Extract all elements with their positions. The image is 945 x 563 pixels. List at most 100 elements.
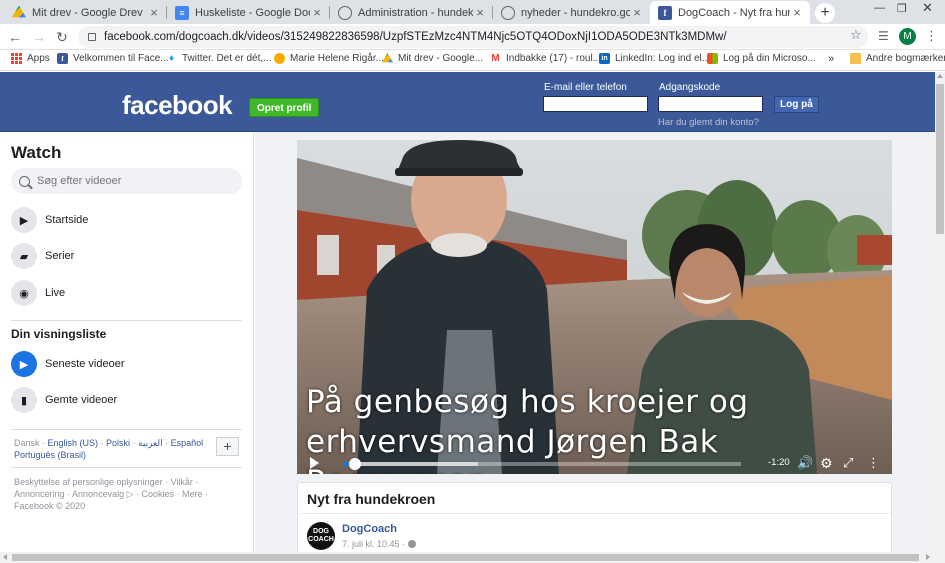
- bookmark-item[interactable]: M Indbakke (17) - roul...: [490, 53, 601, 64]
- scroll-right-arrow[interactable]: [926, 554, 930, 560]
- facebook-icon: f: [57, 53, 68, 64]
- bookmark-label: Velkommen til Face...: [73, 53, 169, 64]
- other-bookmarks[interactable]: Andre bogmærker: [850, 53, 945, 64]
- signup-button[interactable]: Opret profil: [249, 98, 320, 117]
- fullscreen-icon[interactable]: ⤢: [843, 456, 853, 470]
- restore-icon[interactable]: ❐: [897, 2, 907, 15]
- watchlist-heading: Din visningsliste: [11, 327, 107, 341]
- scrollbar-thumb[interactable]: [936, 84, 944, 234]
- close-window-icon[interactable]: ✕: [922, 0, 933, 16]
- scroll-left-arrow[interactable]: [3, 554, 7, 560]
- browser-tab[interactable]: nyheder - hundekro.go2net.dk ×: [493, 1, 650, 24]
- sidebar-item-live[interactable]: ◉ Live: [11, 279, 65, 307]
- minimize-icon[interactable]: —: [874, 2, 885, 14]
- browser-tab[interactable]: Mit drev - Google Drev ×: [4, 1, 167, 24]
- play-icon[interactable]: [310, 457, 319, 469]
- facebook-logo[interactable]: facebook: [122, 90, 233, 121]
- play-screen-icon: ▶: [11, 207, 37, 233]
- add-language-button[interactable]: +: [216, 437, 239, 456]
- close-tab-icon[interactable]: ×: [147, 5, 161, 20]
- reload-icon[interactable]: ↻: [53, 28, 71, 46]
- profile-avatar[interactable]: M: [899, 28, 916, 45]
- browser-menu-icon[interactable]: ⋮: [925, 28, 938, 44]
- language-link[interactable]: Español: [171, 438, 204, 448]
- browser-tab[interactable]: Administration - hundekro.go2 ×: [330, 1, 493, 24]
- back-arrow-icon[interactable]: ←: [6, 28, 24, 46]
- close-tab-icon[interactable]: ×: [473, 5, 487, 20]
- separator: ·: [98, 438, 107, 448]
- microsoft-icon: [707, 53, 718, 64]
- language-link[interactable]: العربية: [138, 438, 163, 448]
- sidebar-item-startside[interactable]: ▶ Startside: [11, 206, 88, 234]
- post-timestamp[interactable]: 7. juli kl. 10.45 ·: [342, 539, 417, 549]
- password-label: Adgangskode: [659, 82, 721, 93]
- time-remaining: -1:20: [768, 457, 790, 468]
- globe-icon: [501, 5, 515, 20]
- bookmark-item[interactable]: Log på din Microso...: [707, 53, 816, 64]
- clapperboard-icon: ▰: [11, 243, 37, 269]
- horizontal-scrollbar[interactable]: [0, 552, 945, 563]
- bookmark-item[interactable]: Apps: [11, 53, 50, 64]
- sidebar-item-gemte-videoer[interactable]: ▮ Gemte videoer: [11, 386, 117, 414]
- browser-toolbar: ← → ↻ ☆ ☰ M ⋮: [0, 24, 945, 50]
- close-tab-icon[interactable]: ×: [630, 5, 644, 20]
- bookmark-icon: ▮: [11, 387, 37, 413]
- linkedin-icon: in: [599, 53, 610, 64]
- globe-icon: [408, 540, 417, 548]
- bookmark-label: Andre bogmærker: [866, 53, 945, 64]
- reading-list-icon[interactable]: ☰: [878, 29, 889, 43]
- new-tab-button[interactable]: +: [815, 3, 835, 23]
- more-options-icon[interactable]: ⋮: [867, 456, 880, 470]
- current-language: Dansk: [14, 438, 40, 448]
- bookmark-item[interactable]: ♦ Twitter. Det er dét,...: [166, 53, 272, 64]
- language-link[interactable]: English (US): [48, 438, 99, 448]
- settings-gear-icon[interactable]: ⚙: [820, 456, 833, 470]
- video-player[interactable]: På genbesøg hos kroejer og erhvervsmand …: [297, 140, 892, 474]
- bookmark-item[interactable]: Mit drev - Google...: [382, 53, 483, 64]
- bookmark-star-icon[interactable]: ☆: [850, 27, 862, 43]
- apps-grid-icon: [11, 53, 22, 64]
- lock-icon[interactable]: [88, 33, 96, 41]
- buffer-bar: [343, 462, 479, 466]
- post-date-text: 7. juli kl. 10.45 ·: [342, 539, 406, 549]
- forgot-account-link[interactable]: Har du glemt din konto?: [658, 117, 759, 128]
- google-drive-icon: [382, 53, 393, 63]
- url-input[interactable]: [104, 31, 868, 43]
- scrubber-handle[interactable]: [348, 458, 361, 470]
- bookmark-item[interactable]: f Velkommen til Face...: [57, 53, 169, 64]
- language-link[interactable]: Português (Brasil): [14, 450, 86, 460]
- post-card: Nyt fra hundekroen DOG COACH DogCoach 7.…: [297, 482, 892, 557]
- bookmarks-overflow-button[interactable]: »: [828, 53, 834, 65]
- bookmark-item[interactable]: in LinkedIn: Log ind el...: [599, 53, 710, 64]
- browser-tab-strip: Mit drev - Google Drev × ≡ Huskeliste - …: [0, 0, 945, 24]
- post-author-link[interactable]: DogCoach: [342, 523, 397, 535]
- sidebar-item-seneste-videoer[interactable]: ▶ Seneste videoer: [11, 350, 125, 378]
- forward-arrow-icon[interactable]: →: [30, 28, 48, 46]
- close-tab-icon[interactable]: ×: [310, 5, 324, 20]
- language-link[interactable]: Polski: [106, 438, 130, 448]
- email-field[interactable]: [543, 96, 648, 112]
- video-search[interactable]: [11, 168, 242, 194]
- bookmark-label: LinkedIn: Log ind el...: [615, 53, 711, 64]
- separator: ·: [39, 438, 48, 448]
- search-input[interactable]: [37, 175, 237, 187]
- bookmark-item[interactable]: Marie Helene Rigår...: [274, 53, 384, 64]
- browser-tab[interactable]: ≡ Huskeliste - Google Docs ×: [167, 1, 330, 24]
- video-progress-bar[interactable]: [343, 458, 741, 470]
- password-field[interactable]: [658, 96, 763, 112]
- login-button[interactable]: Log på: [774, 96, 819, 113]
- browser-tab-active[interactable]: f DogCoach - Nyt fra hundekroe ×: [650, 1, 810, 24]
- volume-icon[interactable]: 🔊: [797, 456, 813, 470]
- tab-title: DogCoach - Nyt fra hundekroe: [678, 6, 790, 19]
- separator: ·: [130, 438, 139, 448]
- sidebar-item-label: Serier: [45, 250, 75, 262]
- page-avatar[interactable]: DOG COACH: [307, 522, 335, 550]
- scrollbar-thumb[interactable]: [12, 554, 919, 561]
- tab-title: nyheder - hundekro.go2net.dk: [521, 6, 630, 19]
- scroll-up-arrow[interactable]: [937, 74, 943, 78]
- sidebar-item-serier[interactable]: ▰ Serier: [11, 242, 74, 270]
- address-bar[interactable]: [78, 26, 868, 48]
- footer-links[interactable]: Beskyttelse af personlige oplysninger · …: [14, 476, 214, 512]
- vertical-scrollbar[interactable]: [935, 72, 945, 552]
- close-tab-icon[interactable]: ×: [790, 5, 804, 20]
